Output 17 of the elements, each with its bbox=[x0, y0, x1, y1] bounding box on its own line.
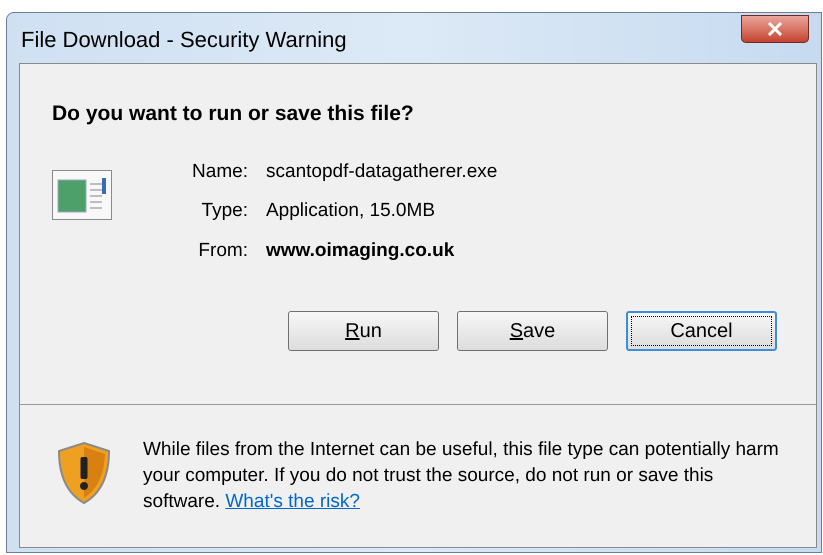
window-title: File Download - Security Warning bbox=[21, 26, 347, 54]
dialog-button[interactable]: Cancel bbox=[626, 311, 777, 351]
field-value: scantopdf-datagatherer.exe bbox=[266, 160, 498, 184]
dialog-button[interactable]: Run bbox=[288, 311, 439, 351]
application-icon bbox=[52, 170, 112, 220]
field-label: From: bbox=[197, 238, 248, 262]
close-button[interactable] bbox=[741, 15, 809, 43]
dialog-heading: Do you want to run or save this file? bbox=[52, 101, 415, 127]
field-label: Type: bbox=[200, 199, 248, 223]
field-value: www.oimaging.co.uk bbox=[266, 238, 454, 262]
dialog-button[interactable]: Save bbox=[457, 311, 608, 351]
warning-shield-icon bbox=[57, 441, 111, 505]
warning-message: While files from the Internet can be useful, this file type can potentially harm your computer. If you do not trust the source, do not run or save this software. What's the risk? bbox=[143, 438, 780, 514]
field-label: Name: bbox=[191, 160, 248, 184]
close-icon bbox=[767, 22, 783, 36]
risk-link[interactable]: What's the risk? bbox=[225, 491, 360, 512]
field-value: Application, 15.0MB bbox=[266, 199, 435, 223]
